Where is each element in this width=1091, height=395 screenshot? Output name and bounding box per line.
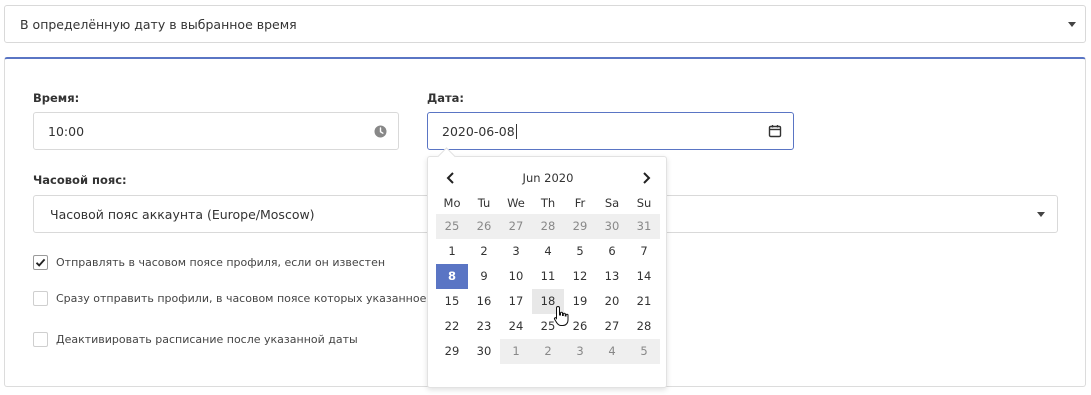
- weekday-label: Fr: [574, 196, 586, 210]
- calendar-day[interactable]: 23: [468, 314, 500, 339]
- chevron-right-icon[interactable]: [639, 171, 653, 185]
- calendar-day-selected[interactable]: 8: [436, 264, 468, 289]
- caret-down-icon: [1068, 22, 1076, 27]
- option-label: Сразу отправить профили, в часовом поясе…: [56, 292, 466, 305]
- checkbox-profile-timezone[interactable]: [33, 255, 48, 270]
- time-label: Время:: [33, 91, 80, 105]
- calendar-day[interactable]: 29: [564, 214, 596, 239]
- text-cursor: [515, 124, 517, 139]
- calendar-day[interactable]: 25: [436, 214, 468, 239]
- calendar-day[interactable]: 26: [468, 214, 500, 239]
- date-value-wrap: 2020-06-08: [442, 124, 517, 139]
- calendar-day[interactable]: 2: [532, 339, 564, 364]
- calendar-day[interactable]: 17: [500, 289, 532, 314]
- date-input[interactable]: 2020-06-08: [427, 112, 794, 150]
- calendar-day[interactable]: 30: [468, 339, 500, 364]
- calendar-day[interactable]: 16: [468, 289, 500, 314]
- date-label: Дата:: [427, 91, 465, 105]
- hand-pointer-icon: [553, 305, 569, 326]
- calendar-day[interactable]: 2: [468, 239, 500, 264]
- calendar-day[interactable]: 6: [596, 239, 628, 264]
- calendar-day[interactable]: 28: [532, 214, 564, 239]
- schedule-mode-value: В определённую дату в выбранное время: [20, 17, 297, 32]
- weekday-label: We: [507, 196, 525, 210]
- option-label: Отправлять в часовом поясе профиля, если…: [56, 256, 386, 269]
- calendar-day[interactable]: 3: [564, 339, 596, 364]
- calendar-day[interactable]: 3: [500, 239, 532, 264]
- calendar-day[interactable]: 13: [596, 264, 628, 289]
- schedule-mode-select[interactable]: В определённую дату в выбранное время: [4, 5, 1086, 43]
- caret-down-icon: [1037, 212, 1045, 217]
- calendar-day[interactable]: 21: [628, 289, 660, 314]
- timezone-label: Часовой пояс:: [33, 173, 127, 187]
- date-value: 2020-06-08: [442, 124, 515, 139]
- calendar-day[interactable]: 14: [628, 264, 660, 289]
- check-icon: [35, 258, 46, 267]
- calendar-day[interactable]: 5: [628, 339, 660, 364]
- option-label: Деактивировать расписание после указанно…: [56, 333, 358, 346]
- calendar-month-title[interactable]: Jun 2020: [428, 171, 668, 185]
- time-value: 10:00: [48, 124, 85, 139]
- calendar-day[interactable]: 5: [564, 239, 596, 264]
- calendar-day[interactable]: 31: [628, 214, 660, 239]
- time-input[interactable]: 10:00: [33, 112, 399, 150]
- calendar-day[interactable]: 27: [500, 214, 532, 239]
- calendar-day[interactable]: 20: [596, 289, 628, 314]
- timezone-value: Часовой пояс аккаунта (Europe/Moscow): [50, 207, 315, 222]
- checkbox-deactivate[interactable]: [33, 332, 48, 347]
- calendar-day[interactable]: 24: [500, 314, 532, 339]
- clock-icon[interactable]: [374, 125, 387, 138]
- weekday-label: Th: [540, 196, 556, 210]
- calendar-day[interactable]: 15: [436, 289, 468, 314]
- calendar-icon[interactable]: [768, 124, 782, 138]
- calendar-day[interactable]: 7: [628, 239, 660, 264]
- date-picker-popup: Jun 2020 Mo Tu We Th Fr Sa Su 25 26 27 28 29 30 31 1 2…: [427, 147, 668, 388]
- checkbox-send-immediately[interactable]: [33, 291, 48, 306]
- calendar-day[interactable]: 30: [596, 214, 628, 239]
- calendar-day[interactable]: 28: [628, 314, 660, 339]
- calendar-day[interactable]: 4: [596, 339, 628, 364]
- calendar-day[interactable]: 27: [596, 314, 628, 339]
- calendar-day[interactable]: 11: [532, 264, 564, 289]
- calendar-day[interactable]: 22: [436, 314, 468, 339]
- weekday-label: Mo: [443, 196, 461, 210]
- weekday-label: Sa: [604, 196, 620, 210]
- calendar-day[interactable]: 1: [436, 239, 468, 264]
- calendar-day[interactable]: 10: [500, 264, 532, 289]
- weekday-label: Tu: [477, 196, 491, 210]
- calendar-day[interactable]: 29: [436, 339, 468, 364]
- calendar-day[interactable]: 9: [468, 264, 500, 289]
- calendar-day[interactable]: 4: [532, 239, 564, 264]
- calendar-day[interactable]: 12: [564, 264, 596, 289]
- calendar-day[interactable]: 1: [500, 339, 532, 364]
- weekday-label: Su: [636, 196, 652, 210]
